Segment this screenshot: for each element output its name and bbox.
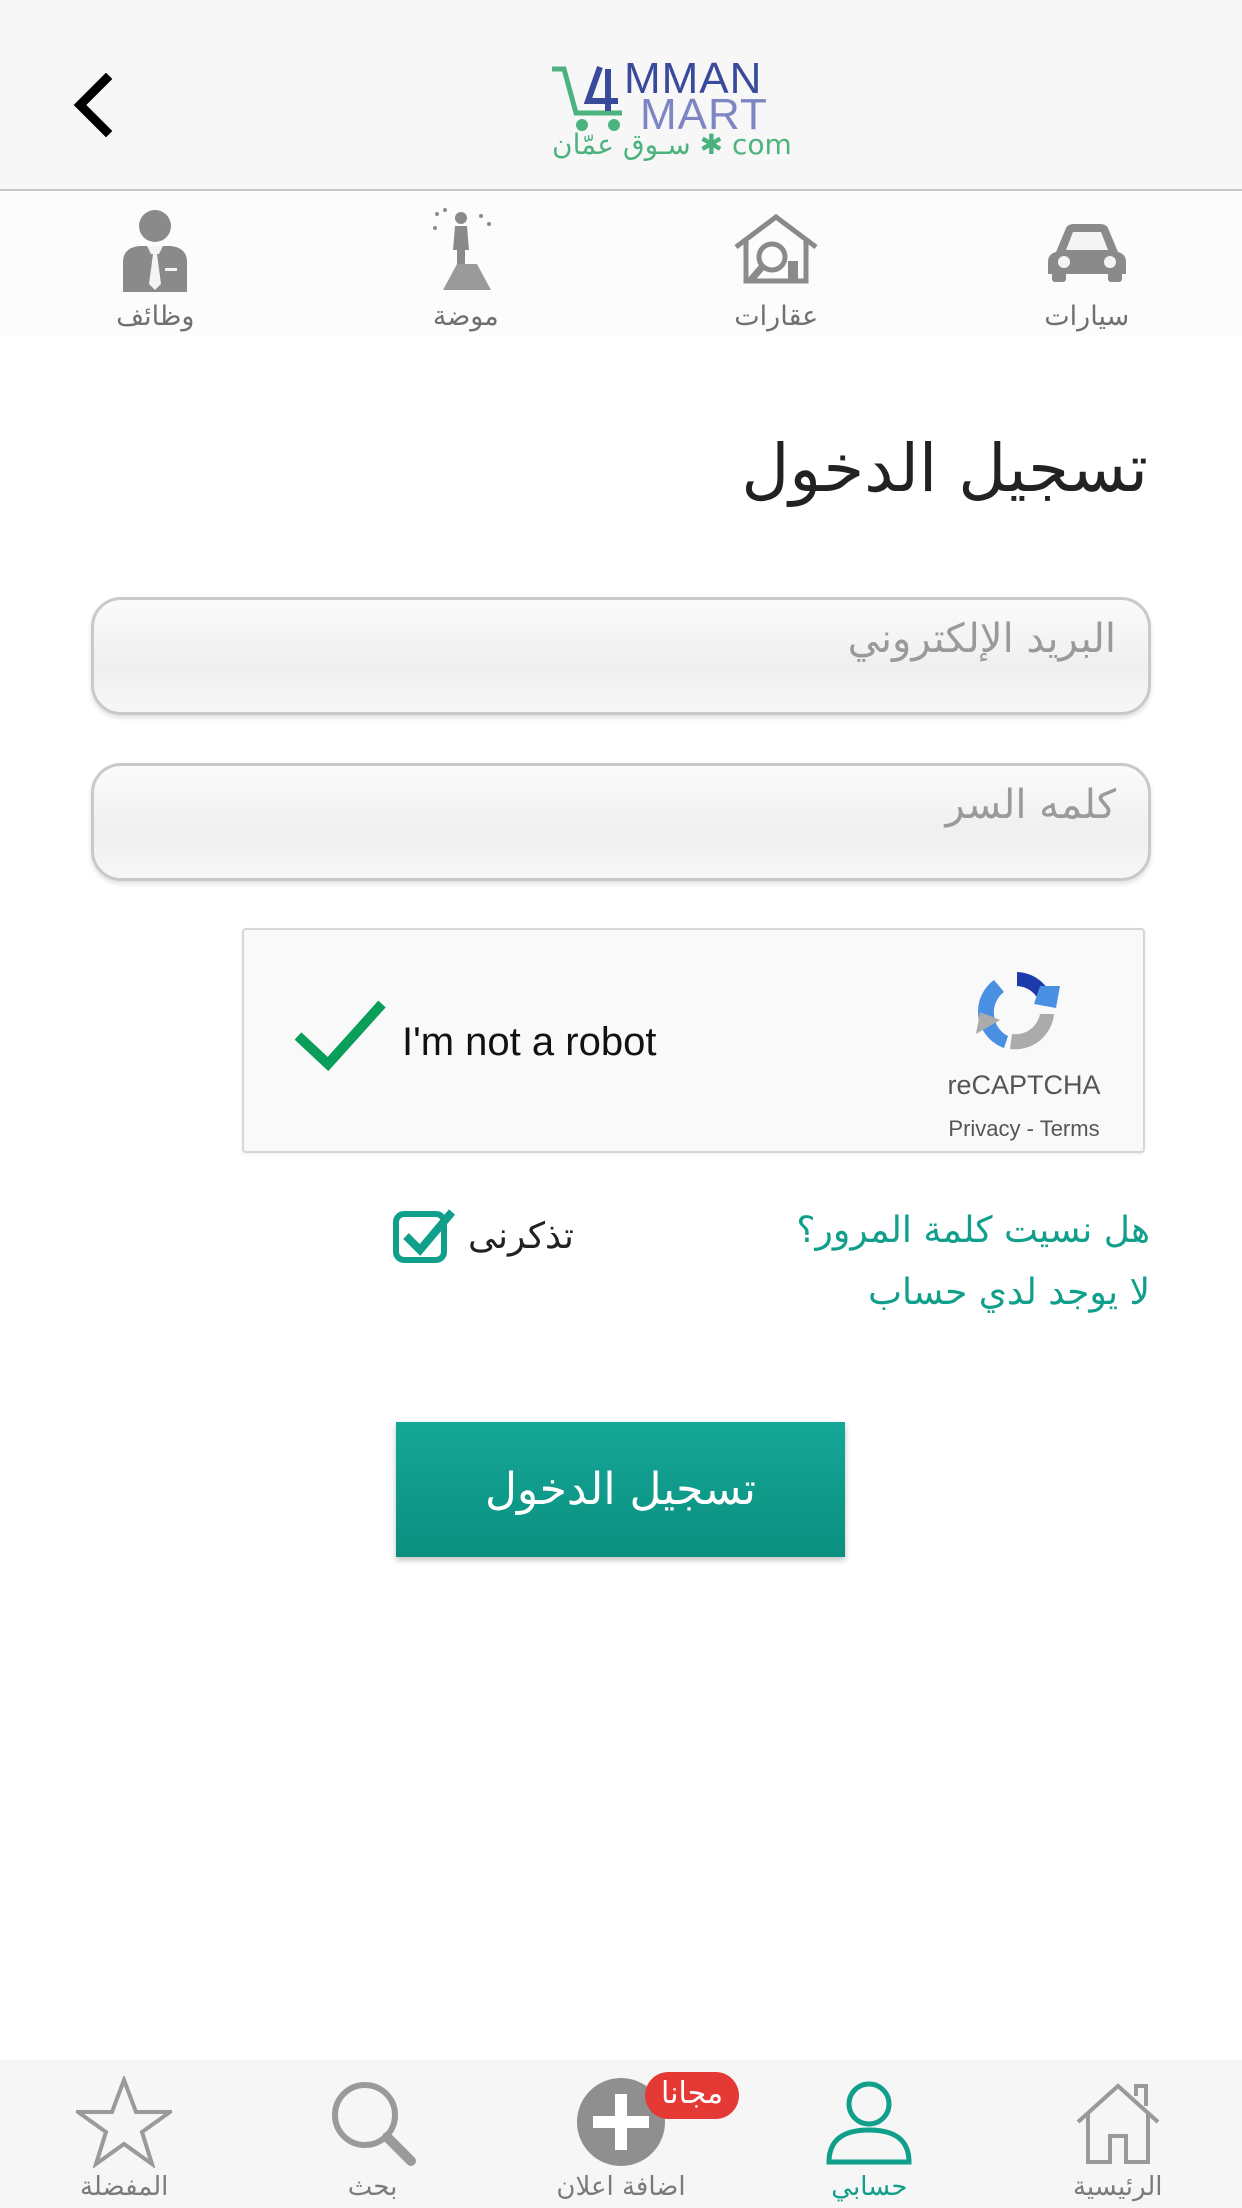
home-icon xyxy=(1076,2083,1160,2164)
free-badge: مجانا xyxy=(644,2072,740,2119)
recaptcha-checkbox[interactable] xyxy=(292,996,388,1076)
category-bar: سيارات عقارات موضة وظائف xyxy=(0,193,1242,335)
recaptcha-widget: I'm not a robot reCAPTCHA Privacy - Term… xyxy=(242,928,1145,1153)
login-button[interactable]: تسجيل الدخول xyxy=(396,1422,845,1557)
recaptcha-links: Privacy - Terms xyxy=(938,1116,1110,1142)
recaptcha-logo-icon xyxy=(976,972,1060,1050)
login-screen: MMAN MART سـوق عمّان ✱ com سيارات عقارات… xyxy=(0,0,1242,2208)
nav-my-account[interactable]: حسابي xyxy=(745,2060,993,2208)
recaptcha-links-separator: - xyxy=(1020,1116,1040,1141)
search-icon xyxy=(331,2082,416,2166)
back-button[interactable] xyxy=(62,70,122,140)
app-logo[interactable]: MMAN MART سـوق عمّان ✱ com xyxy=(548,55,792,167)
recaptcha-terms-link[interactable]: Terms xyxy=(1040,1116,1100,1141)
recaptcha-privacy-link[interactable]: Privacy xyxy=(948,1116,1020,1141)
category-fashion[interactable]: موضة xyxy=(311,193,621,335)
email-input[interactable] xyxy=(94,600,1148,712)
password-input[interactable] xyxy=(94,766,1148,878)
category-cars[interactable]: سيارات xyxy=(932,193,1242,335)
nav-label: حسابي xyxy=(831,2172,908,2202)
recaptcha-label: I'm not a robot xyxy=(402,1020,657,1064)
nav-add-listing[interactable]: مجانا اضافة اعلان xyxy=(497,2060,745,2208)
nav-search[interactable]: بحث xyxy=(249,2060,497,2208)
password-field[interactable] xyxy=(91,763,1151,881)
category-label: سيارات xyxy=(1044,301,1130,332)
logo-subtitle: سـوق عمّان ✱ com xyxy=(552,128,792,161)
checkmark-icon xyxy=(294,1000,386,1072)
nav-label: بحث xyxy=(347,2172,398,2202)
nav-home[interactable]: الرئيسية xyxy=(994,2060,1242,2208)
nav-label: الرئيسية xyxy=(1072,2172,1163,2202)
car-icon xyxy=(1047,224,1126,282)
checkbox-checked-icon[interactable] xyxy=(392,1206,456,1266)
app-header: MMAN MART سـوق عمّان ✱ com xyxy=(0,0,1242,191)
user-icon xyxy=(826,2081,912,2165)
chevron-left-icon xyxy=(73,73,112,137)
email-field[interactable] xyxy=(91,597,1151,715)
house-search-icon xyxy=(734,213,818,284)
category-jobs[interactable]: وظائف xyxy=(0,193,310,335)
category-label: موضة xyxy=(432,301,499,332)
nav-label: اضافة اعلان xyxy=(556,2172,686,2202)
category-real-estate[interactable]: عقارات xyxy=(621,193,931,335)
runway-model-icon xyxy=(432,208,491,290)
forgot-password-link[interactable]: هل نسيت كلمة المرور؟ xyxy=(796,1210,1150,1251)
category-label: وظائف xyxy=(116,301,195,332)
remember-me-toggle[interactable]: تذكرنى xyxy=(392,1206,574,1266)
page-title: تسجيل الدخول xyxy=(741,430,1148,507)
no-account-link[interactable]: لا يوجد لدي حساب xyxy=(868,1272,1150,1313)
businessman-icon xyxy=(123,210,188,292)
nav-label: المفضلة xyxy=(79,2172,169,2202)
recaptcha-brand: reCAPTCHA xyxy=(947,1070,1101,1100)
nav-favorites[interactable]: المفضلة xyxy=(0,2060,248,2208)
remember-me-label: تذكرنى xyxy=(468,1215,574,1257)
bottom-navigation: الرئيسية حسابي مجانا اضافة اعلان بحث الم… xyxy=(0,2060,1242,2208)
star-icon xyxy=(76,2076,173,2168)
category-label: عقارات xyxy=(734,301,819,332)
